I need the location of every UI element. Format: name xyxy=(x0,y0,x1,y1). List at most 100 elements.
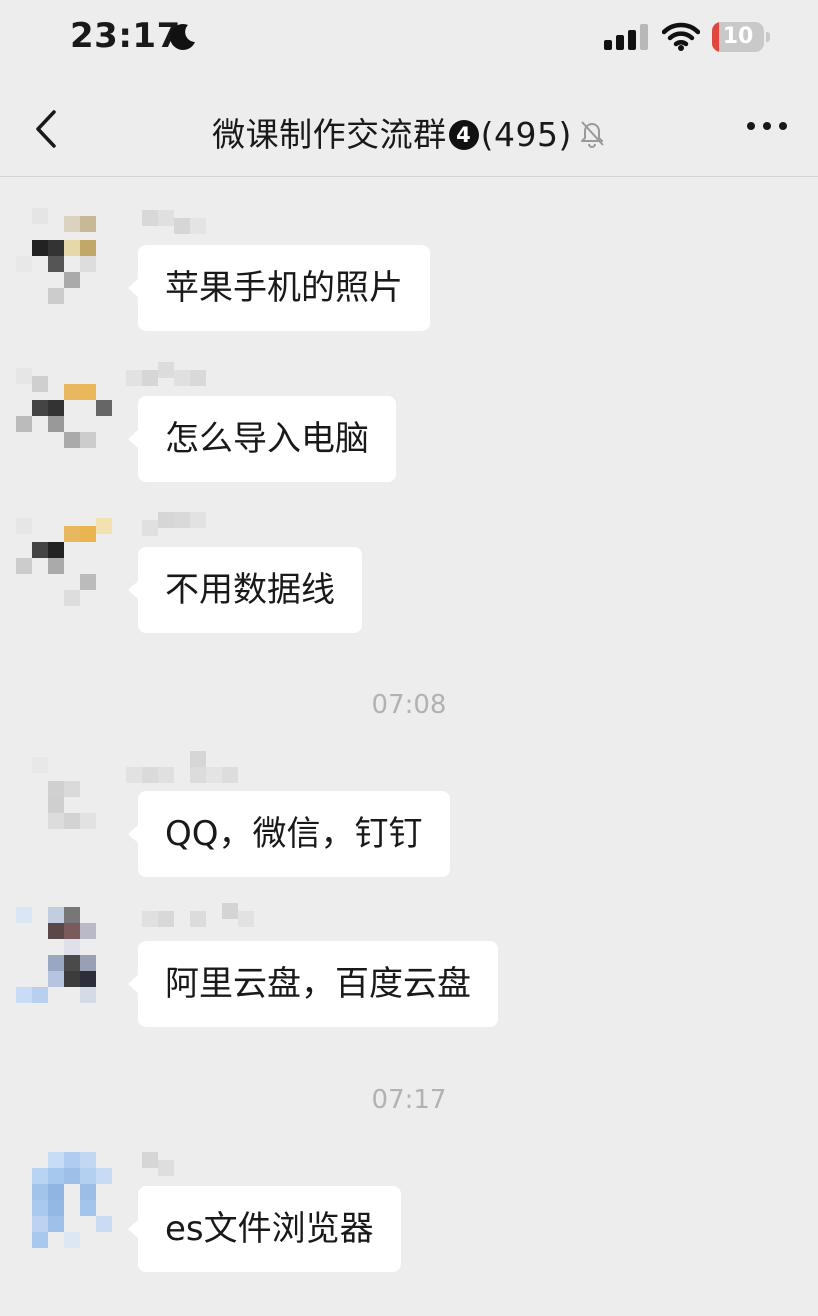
pixelated-block xyxy=(158,512,174,528)
pixelated-block xyxy=(16,987,32,1003)
pixelated-block xyxy=(96,1216,112,1232)
pixelated-block xyxy=(222,903,238,919)
pixelated-block xyxy=(48,781,64,797)
sender-name xyxy=(142,210,272,234)
pixelated-block xyxy=(80,1200,96,1216)
pixelated-block xyxy=(16,518,32,534)
more-options-icon[interactable] xyxy=(744,116,790,136)
message-bubble[interactable]: 阿里云盘，百度云盘 xyxy=(128,941,498,1027)
battery-percent: 10 xyxy=(722,24,754,49)
pixelated-block xyxy=(190,370,206,386)
timestamp: 07:17 xyxy=(371,1085,447,1115)
pixelated-block xyxy=(48,923,64,939)
pixelated-block xyxy=(158,362,174,378)
battery-tip xyxy=(766,32,770,42)
pixelated-block xyxy=(32,757,48,773)
status-bar: 23:17 10 xyxy=(0,0,818,80)
pixelated-block xyxy=(64,955,80,971)
pixelated-block xyxy=(48,416,64,432)
pixelated-block xyxy=(16,256,32,272)
pixelated-block xyxy=(64,526,80,542)
avatar[interactable] xyxy=(16,1152,112,1248)
pixelated-block xyxy=(64,216,80,232)
pixelated-block xyxy=(80,955,96,971)
pixelated-block xyxy=(238,911,254,927)
group-name: 微课制作交流群 xyxy=(212,115,447,154)
pixelated-block xyxy=(142,210,158,226)
avatar[interactable] xyxy=(16,757,112,853)
pixelated-block xyxy=(32,400,48,416)
chat-title: 微课制作交流群 4 (495) xyxy=(0,108,818,156)
pixelated-block xyxy=(190,218,206,234)
pixelated-block xyxy=(48,955,64,971)
pixelated-block xyxy=(32,542,48,558)
avatar[interactable] xyxy=(16,360,112,456)
pixelated-block xyxy=(206,767,222,783)
pixelated-block xyxy=(80,432,96,448)
pixelated-block xyxy=(48,1200,64,1216)
pixelated-block xyxy=(190,767,206,783)
sender-name xyxy=(126,362,256,386)
avatar[interactable] xyxy=(16,208,112,304)
pixelated-block xyxy=(32,987,48,1003)
pixelated-block xyxy=(64,907,80,923)
pixelated-block xyxy=(222,767,238,783)
pixelated-block xyxy=(32,208,48,224)
pixelated-block xyxy=(48,1168,64,1184)
message-bubble[interactable]: 怎么导入电脑 xyxy=(128,396,396,482)
pixelated-block xyxy=(48,907,64,923)
pixelated-block xyxy=(16,907,32,923)
pixelated-block xyxy=(48,1152,64,1168)
pixelated-block xyxy=(142,520,158,536)
pixelated-block xyxy=(64,1168,80,1184)
pixelated-block xyxy=(16,558,32,574)
pixelated-block xyxy=(80,1152,96,1168)
pixelated-block xyxy=(48,542,64,558)
pixelated-block xyxy=(158,767,174,783)
message-bubble[interactable]: QQ，微信，钉钉 xyxy=(128,791,450,877)
pixelated-block xyxy=(48,240,64,256)
pixelated-block xyxy=(80,971,96,987)
pixelated-block xyxy=(126,370,142,386)
pixelated-block xyxy=(96,400,112,416)
pixelated-block xyxy=(64,923,80,939)
pixelated-block xyxy=(174,218,190,234)
pixelated-block xyxy=(64,384,80,400)
pixelated-block xyxy=(48,1184,64,1200)
pixelated-block xyxy=(126,767,142,783)
battery-indicator: 10 xyxy=(712,22,764,52)
pixelated-block xyxy=(48,400,64,416)
pixelated-block xyxy=(80,813,96,829)
mute-bell-icon xyxy=(580,121,604,148)
pixelated-block xyxy=(64,590,80,606)
pixelated-block xyxy=(190,512,206,528)
message-bubble[interactable]: 苹果手机的照片 xyxy=(128,245,430,331)
status-time: 23:17 xyxy=(70,16,181,56)
chat-header: 微课制作交流群 4 (495) xyxy=(0,80,818,177)
sender-name xyxy=(126,751,256,783)
sender-name xyxy=(126,512,256,536)
pixelated-block xyxy=(190,911,206,927)
timestamp: 07:08 xyxy=(371,690,447,720)
pixelated-block xyxy=(64,781,80,797)
pixelated-block xyxy=(64,240,80,256)
pixelated-block xyxy=(80,526,96,542)
moon-icon xyxy=(170,24,195,50)
pixelated-block xyxy=(174,512,190,528)
avatar[interactable] xyxy=(16,510,112,606)
pixelated-block xyxy=(142,767,158,783)
member-count: (495) xyxy=(480,115,572,154)
pixelated-block xyxy=(64,939,80,955)
message-bubble[interactable]: es文件浏览器 xyxy=(128,1186,401,1272)
avatar[interactable] xyxy=(16,907,112,1003)
message-bubble[interactable]: 不用数据线 xyxy=(128,547,362,633)
pixelated-block xyxy=(16,368,32,384)
pixelated-block xyxy=(64,432,80,448)
pixelated-block xyxy=(80,1168,96,1184)
wifi-icon xyxy=(662,22,700,51)
pixelated-block xyxy=(48,288,64,304)
pixelated-block xyxy=(80,1184,96,1200)
pixelated-block xyxy=(142,1152,158,1168)
pixelated-block xyxy=(32,1216,48,1232)
pixelated-block xyxy=(158,1160,174,1176)
